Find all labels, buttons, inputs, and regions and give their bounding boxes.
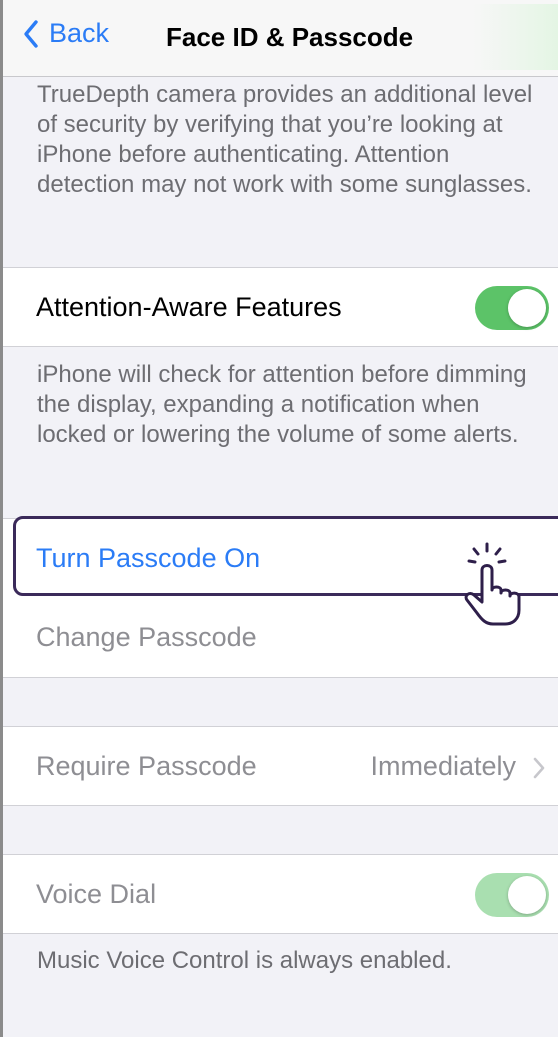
attention-aware-row: Attention-Aware Features <box>3 267 558 347</box>
require-passcode-row[interactable]: Require Passcode Immediately <box>3 726 558 806</box>
require-passcode-label: Require Passcode <box>36 751 257 781</box>
voice-footer: Music Voice Control is always enabled. <box>37 947 452 974</box>
voice-dial-toggle[interactable] <box>475 873 549 917</box>
toggle-knob <box>508 876 546 914</box>
nav-right-area <box>473 4 558 70</box>
page-title: Face ID & Passcode <box>166 22 414 52</box>
attention-footer: iPhone will check for attention before d… <box>37 361 527 448</box>
truedepth-footer: TrueDepth camera provides an additional … <box>37 81 533 198</box>
hand-pointer-icon <box>464 542 521 626</box>
attention-aware-label: Attention-Aware Features <box>36 292 342 322</box>
settings-screen: Back Face ID & Passcode TrueDepth camera… <box>0 0 558 1037</box>
navigation-bar: Back Face ID & Passcode <box>3 0 558 77</box>
voice-dial-row: Voice Dial <box>3 854 558 934</box>
back-label: Back <box>49 18 110 48</box>
require-passcode-value: Immediately <box>370 751 516 781</box>
chevron-left-icon <box>24 19 38 48</box>
voice-dial-label: Voice Dial <box>36 879 157 909</box>
back-button[interactable]: Back <box>23 18 109 49</box>
toggle-knob <box>508 289 546 327</box>
change-passcode-label: Change Passcode <box>36 622 257 652</box>
turn-passcode-on-label: Turn Passcode On <box>36 543 261 573</box>
chevron-right-icon <box>533 757 545 779</box>
attention-aware-toggle[interactable] <box>475 286 549 330</box>
